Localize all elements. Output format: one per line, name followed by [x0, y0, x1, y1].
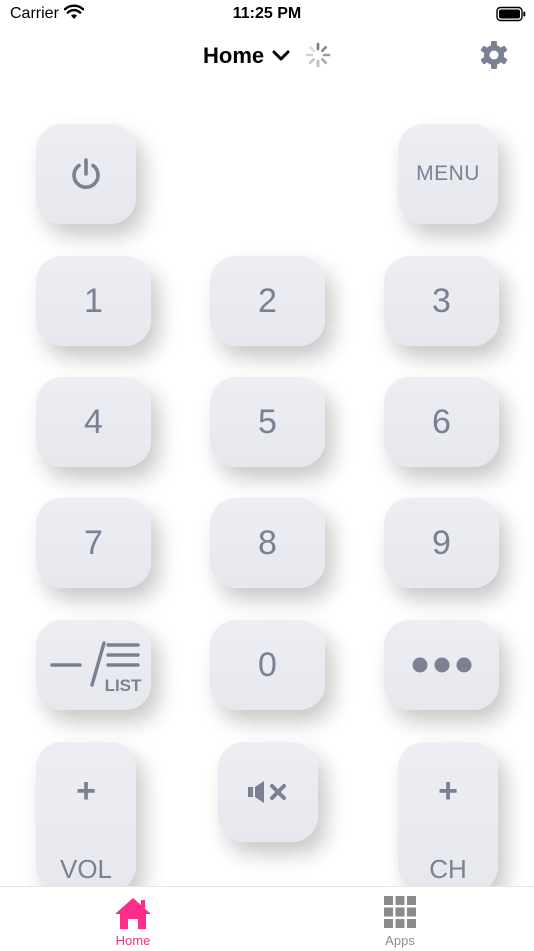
- power-button[interactable]: [36, 124, 136, 224]
- tab-apps[interactable]: Apps: [352, 887, 448, 951]
- tab-bar: Home Apps: [0, 886, 534, 951]
- digit-button-0[interactable]: 0: [210, 620, 325, 710]
- digit-button-8[interactable]: 8: [210, 498, 325, 588]
- more-dots-icon: [412, 657, 471, 673]
- mute-button[interactable]: [218, 742, 318, 842]
- digit-button-9[interactable]: 9: [384, 498, 499, 588]
- digit-button-7[interactable]: 7: [36, 498, 151, 588]
- more-button[interactable]: [384, 620, 499, 710]
- dash-list-icon: LIST: [49, 641, 142, 695]
- volume-rocker[interactable]: + VOL: [36, 742, 136, 892]
- status-bar: Carrier 11:25 PM: [0, 0, 534, 30]
- digit-button-1[interactable]: 1: [36, 256, 151, 346]
- volume-label: VOL: [59, 854, 113, 884]
- digit-button-5[interactable]: 5: [210, 377, 325, 467]
- tab-home-label: Home: [115, 933, 151, 948]
- tab-home[interactable]: Home: [84, 887, 182, 951]
- channel-rocker[interactable]: + CH: [398, 742, 498, 892]
- digit-button-3[interactable]: 3: [384, 256, 499, 346]
- device-title: Home: [203, 43, 265, 68]
- list-label: LIST: [104, 676, 141, 695]
- clock: 11:25 PM: [232, 5, 302, 22]
- power-icon: [72, 158, 100, 189]
- apps-grid-icon: [384, 896, 416, 928]
- chevron-down-icon: [272, 50, 290, 61]
- digit-button-2[interactable]: 2: [210, 256, 325, 346]
- digit-button-6[interactable]: 6: [384, 377, 499, 467]
- volume-up-label: +: [76, 772, 96, 810]
- gear-icon[interactable]: [478, 39, 510, 71]
- mute-icon: [248, 781, 286, 803]
- menu-label: MENU: [416, 162, 480, 185]
- channel-up-label: +: [438, 772, 458, 810]
- spinner-icon: [305, 42, 331, 68]
- home-icon: [115, 898, 151, 929]
- tab-apps-label: Apps: [385, 933, 415, 948]
- dash-list-button[interactable]: LIST: [36, 620, 151, 710]
- menu-button[interactable]: MENU: [398, 124, 498, 224]
- header: Home: [0, 36, 534, 76]
- digit-button-4[interactable]: 4: [36, 377, 151, 467]
- battery-icon: [496, 6, 526, 22]
- channel-label: CH: [429, 854, 467, 884]
- device-selector[interactable]: Home: [203, 42, 290, 70]
